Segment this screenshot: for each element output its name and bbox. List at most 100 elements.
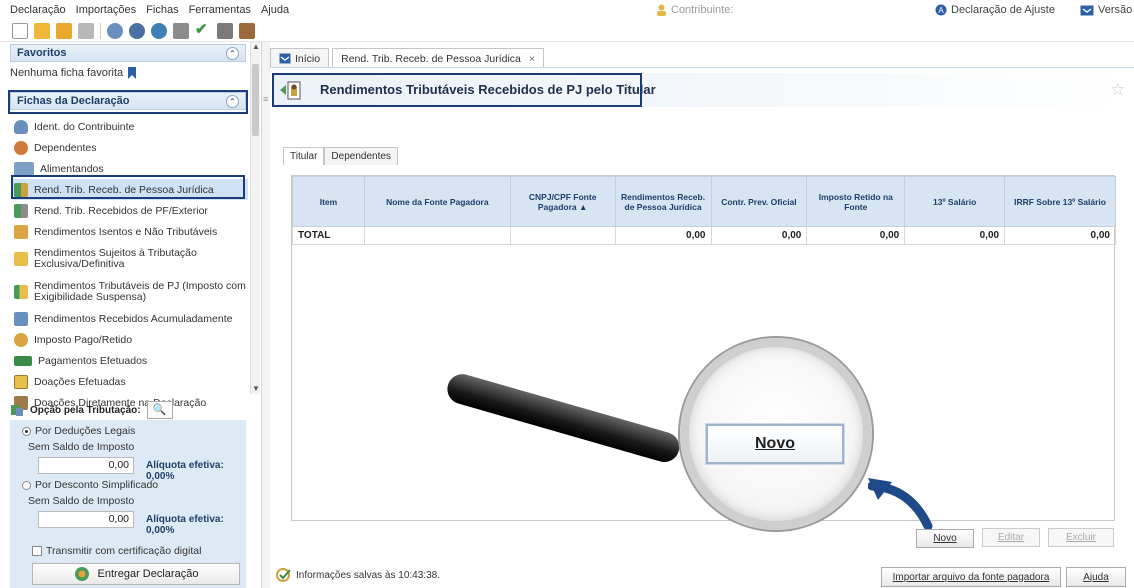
import-icon[interactable] <box>107 22 123 39</box>
opcao-label: Opção pela Tributação: <box>30 404 141 416</box>
ficha-dependentes[interactable]: Dependentes <box>12 137 248 158</box>
ajuda-button[interactable]: Ajuda <box>1066 567 1126 587</box>
col-item[interactable]: Item <box>292 176 365 227</box>
owner-tabs: Titular Dependentes <box>283 147 398 165</box>
folder-icon[interactable] <box>56 22 72 39</box>
declaracao-ajuste-indicator[interactable]: A Declaração de Ajuste <box>935 4 1055 16</box>
menu-ferramentas[interactable]: Ferramentas <box>189 4 251 16</box>
table-header-row: Item Nome da Fonte Pagadora CNPJ/CPF Fon… <box>292 176 1116 227</box>
new-file-icon[interactable] <box>12 22 28 39</box>
search-button[interactable]: 🔍 <box>146 401 173 419</box>
ficha-doacoes[interactable]: Doações Efetuadas <box>12 371 248 392</box>
saved-status-icon <box>276 568 291 582</box>
versao-indicator[interactable]: Versão <box>1080 4 1132 16</box>
ficha-label: Rend. Trib. Recebidos de PF/Exterior <box>34 204 208 217</box>
favoritos-empty: Nenhuma ficha favorita <box>10 67 137 79</box>
menu-fichas[interactable]: Fichas <box>146 4 178 16</box>
ficha-rend-acumuladamente[interactable]: Rendimentos Recebidos Acumuladamente <box>12 308 248 329</box>
dependents-icon <box>14 140 28 155</box>
novo-label: Novo <box>933 533 957 544</box>
grip-icon: ≡ <box>263 94 269 104</box>
novo-button[interactable]: Novo <box>916 529 974 548</box>
editar-label: Editar <box>997 532 1025 543</box>
print-icon[interactable] <box>173 22 189 39</box>
menu-importacoes[interactable]: Importações <box>76 4 137 16</box>
fichas-header[interactable]: Fichas da Declaração ⌃ <box>10 92 246 110</box>
fichas-title: Fichas da Declaração <box>17 95 130 107</box>
payments-icon <box>14 355 32 366</box>
deducoes-saldo: Sem Saldo de Imposto <box>28 441 135 453</box>
left-panel: Favoritos ⌃ Nenhuma ficha favorita Ficha… <box>0 42 262 588</box>
menu-declaracao[interactable]: Declaração <box>10 4 66 16</box>
favoritos-header[interactable]: Favoritos ⌃ <box>10 44 246 62</box>
panel-splitter[interactable]: ≡ <box>262 42 270 588</box>
tab-dependentes[interactable]: Dependentes <box>324 147 398 165</box>
fichas-scrollbar[interactable]: ▲ ▼ <box>250 42 260 394</box>
ficha-rend-exigibilidade-suspensa[interactable]: Rendimentos Tributáveis de PJ (Imposto c… <box>12 275 248 308</box>
simplificado-saldo: Sem Saldo de Imposto <box>28 495 135 507</box>
person-icon <box>14 119 28 134</box>
desconto-simplificado-radio[interactable]: Por Desconto Simplificado <box>22 479 158 491</box>
scrollbar-thumb[interactable] <box>252 64 259 136</box>
editar-button[interactable]: Editar <box>982 528 1040 547</box>
ficha-alimentandos[interactable]: Alimentandos <box>12 158 248 179</box>
scroll-up-icon[interactable]: ▲ <box>251 42 261 52</box>
deducoes-legais-radio[interactable]: Por Deduções Legais <box>22 425 135 437</box>
collapse-favoritos-button[interactable]: ⌃ <box>226 47 239 60</box>
entregar-declaracao-button[interactable]: Entregar Declaração <box>32 563 240 585</box>
book-icon[interactable] <box>239 22 255 39</box>
suspended-income-icon <box>14 284 28 299</box>
excluir-button[interactable]: Excluir <box>1048 528 1114 547</box>
menu-ajuda[interactable]: Ajuda <box>261 4 289 16</box>
entregar-label: Entregar Declaração <box>97 568 199 580</box>
col-imposto-retido[interactable]: Imposto Retido na Fonte <box>806 176 906 227</box>
checkbox[interactable] <box>32 546 42 556</box>
ficha-rend-trib-pj[interactable]: Rend. Trib. Receb. de Pessoa Jurídica <box>12 179 248 200</box>
ficha-label: Alimentandos <box>40 162 104 175</box>
total-cell: 0,00 <box>614 226 712 245</box>
col-contr-prev[interactable]: Contr. Prev. Oficial <box>710 176 808 227</box>
total-cell <box>363 226 511 245</box>
globe-icon[interactable] <box>151 22 167 39</box>
tax-paid-icon <box>14 332 28 347</box>
trash-icon[interactable] <box>78 22 94 39</box>
ficha-ident-contribuinte[interactable]: Ident. do Contribuinte <box>12 116 248 137</box>
alimentandos-icon <box>14 161 34 176</box>
pj-income-icon <box>14 182 28 197</box>
table-total-row: TOTAL 0,00 0,00 0,00 0,00 0,00 <box>292 226 1116 245</box>
ficha-imposto-pago[interactable]: Imposto Pago/Retido <box>12 329 248 350</box>
calculator-icon[interactable] <box>217 22 233 39</box>
check-icon[interactable]: ✔ <box>195 22 211 39</box>
ficha-rend-exclusiva[interactable]: Rendimentos Sujeitos à Tributação Exclus… <box>12 242 248 275</box>
open-folder-icon[interactable] <box>34 22 50 39</box>
tab-rend-trib-pj[interactable]: Rend. Trib. Receb. de Pessoa Jurídica × <box>332 48 545 68</box>
col-irrf-13[interactable]: IRRF Sobre 13º Salário <box>1004 176 1116 227</box>
magnified-novo-button: Novo <box>706 424 844 464</box>
tab-inicio-label: Início <box>295 52 321 65</box>
ficha-rend-isentos[interactable]: Rendimentos Isentos e Não Tributáveis <box>12 221 248 242</box>
total-label: TOTAL <box>292 226 365 245</box>
col-rendimentos[interactable]: Rendimentos Receb. de Pessoa Jurídica <box>614 176 712 227</box>
importar-arquivo-button[interactable]: Importar arquivo da fonte pagadora <box>881 567 1061 587</box>
exempt-income-icon <box>14 224 28 239</box>
col-cnpj-cpf[interactable]: CNPJ/CPF Fonte Pagadora ▲ <box>509 176 616 227</box>
transmitir-checkbox[interactable]: Transmitir com certificação digital <box>32 545 201 557</box>
tab-titular[interactable]: Titular <box>283 147 325 165</box>
ficha-pagamentos[interactable]: Pagamentos Efetuados <box>12 350 248 371</box>
favorite-star-icon[interactable]: ☆ <box>1110 80 1125 100</box>
gear-icon[interactable] <box>129 22 145 39</box>
collapse-fichas-button[interactable]: ⌃ <box>226 95 239 108</box>
col-nome-fonte[interactable]: Nome da Fonte Pagadora <box>363 176 511 227</box>
scroll-down-icon[interactable]: ▼ <box>251 384 261 394</box>
close-icon[interactable]: × <box>529 53 535 65</box>
ajuda-label: Ajuda <box>1083 571 1109 583</box>
tab-inicio[interactable]: Início <box>270 48 330 68</box>
bookmark-icon <box>128 67 137 79</box>
radio-dot[interactable] <box>22 426 31 436</box>
version-icon <box>1080 5 1094 15</box>
ficha-rend-trib-pf-exterior[interactable]: Rend. Trib. Recebidos de PF/Exterior <box>12 200 248 221</box>
col-13-salario[interactable]: 13º Salário <box>904 176 1006 227</box>
person-icon <box>657 4 666 16</box>
ficha-label: Rendimentos Recebidos Acumuladamente <box>34 312 233 325</box>
radio-dot[interactable] <box>22 480 31 490</box>
